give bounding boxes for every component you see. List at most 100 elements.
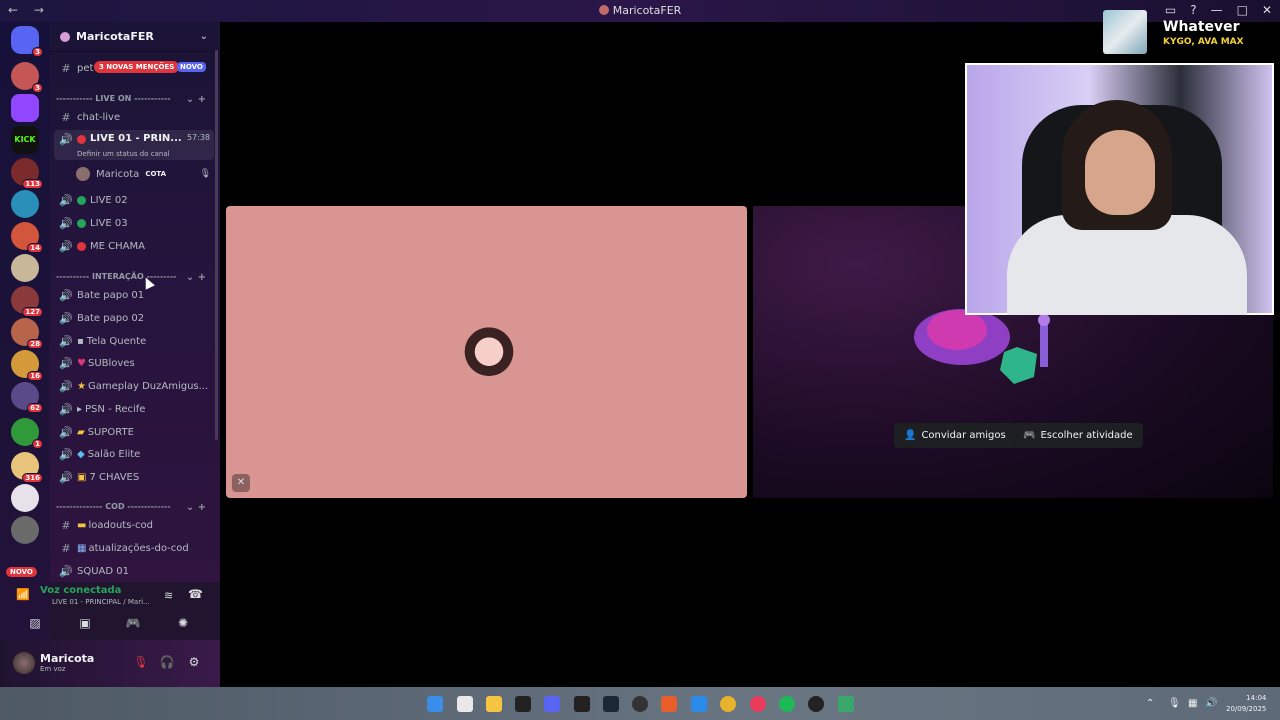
choose-activity-button[interactable]: 🎮 Escolher atividade [1013, 423, 1143, 448]
volume-icon[interactable]: 🔊 [1205, 698, 1217, 709]
face [1085, 130, 1155, 215]
guild-icon[interactable]: 1 [11, 418, 43, 449]
disconnect-icon[interactable]: ☎ [188, 587, 203, 601]
chrome-icon[interactable] [720, 696, 736, 712]
guild-icon[interactable]: 113 [11, 158, 43, 189]
voice-member[interactable]: Maricota COTA 🎙 [76, 164, 211, 184]
discord-icon[interactable] [544, 696, 560, 712]
channel-label: Gameplay DuzAmigus... [87, 380, 209, 392]
channel-subloves[interactable]: 🔊 ♥ SUBloves [54, 353, 214, 373]
guild-icon[interactable] [11, 516, 39, 544]
mic-icon[interactable]: 🎙 [1168, 698, 1181, 709]
gear-icon[interactable]: ⚙ [185, 655, 203, 673]
app-icon[interactable] [515, 696, 531, 712]
member-tag: COTA [145, 170, 167, 178]
mentions-badge[interactable]: 3 NOVAS MENÇÕES [94, 61, 180, 73]
app-icon[interactable] [691, 696, 707, 712]
soundboard-icon[interactable]: ✺ [168, 616, 198, 634]
add-channel-icon[interactable]: ⌄ + [186, 272, 206, 283]
channel-me-chama[interactable]: 🔊 ME CHAMA [54, 236, 214, 256]
guild-icon[interactable]: 3 [11, 62, 43, 93]
voice-title[interactable]: Voz conectada [40, 585, 121, 596]
channel-label: 7 CHAVES [89, 471, 140, 483]
channel-label: Bate papo 02 [77, 312, 145, 324]
channel-bate02[interactable]: 🔊 Bate papo 02 [54, 308, 214, 328]
mic-off-icon: 🎙 [199, 169, 211, 179]
kick-icon[interactable]: KICK [11, 126, 39, 154]
clock[interactable]: 14:04 20/09/2025 [1226, 693, 1266, 715]
guild-badge: 3 [32, 83, 43, 93]
heart-icon: ♥ [77, 357, 86, 369]
app-icon[interactable] [838, 696, 854, 712]
channel-suporte[interactable]: 🔊 ▰ SUPORTE [54, 422, 214, 442]
channel-label: LIVE 02 [90, 194, 128, 206]
channel-loadouts[interactable]: # ▬ loadouts-cod [54, 515, 214, 535]
channel-psn[interactable]: 🔊 ▸ PSN - Recife [54, 399, 214, 419]
add-channel-icon[interactable]: ⌄ + [186, 502, 206, 513]
category-cod[interactable]: -------------- COD ------------- ⌄ + [56, 502, 206, 513]
guild-icon[interactable]: 127 [11, 286, 43, 317]
signal-icon[interactable]: 📶 [16, 588, 30, 601]
guild-icon[interactable] [11, 190, 39, 218]
channel-scrollbar[interactable] [215, 50, 218, 440]
mic-muted-icon[interactable]: 🎙 [132, 655, 150, 673]
category-live-on[interactable]: ----------- LIVE ON ----------- ⌄ + [56, 94, 206, 105]
channel-bate01[interactable]: 🔊 Bate papo 01 [54, 285, 214, 305]
guild-icon[interactable]: 62 [11, 382, 43, 413]
server-name: MaricotaFER [76, 30, 154, 43]
channel-label: chat-live [77, 111, 121, 123]
gun-icon: ▬ [77, 519, 87, 531]
add-channel-icon[interactable]: ⌄ + [186, 94, 206, 105]
guild-icon[interactable]: 28 [11, 318, 43, 349]
activity-icon[interactable]: 🎮 [118, 616, 148, 634]
channel-tela-quente[interactable]: 🔊 ▪ Tela Quente [54, 331, 214, 351]
channel-gameplay[interactable]: 🔊 ★ Gameplay DuzAmigus... [54, 376, 214, 396]
camera-off-icon[interactable]: ▨ [20, 616, 50, 634]
now-playing-widget: Whatever KYGO, AVA MAX [1103, 10, 1278, 54]
noise-suppression-icon[interactable]: ≋ [164, 589, 173, 602]
channel-atualizacoes[interactable]: # ▦ atualizações-do-cod [54, 538, 214, 558]
headphones-icon[interactable]: 🎧 [158, 655, 176, 673]
server-icon [60, 31, 70, 42]
server-header[interactable]: MaricotaFER ⌄ [50, 22, 220, 52]
app-icon[interactable] [750, 696, 766, 712]
channel-chat-live[interactable]: # chat-live [54, 107, 214, 127]
category-interacao[interactable]: ---------- INTERAÇÃO --------- ⌄ + [56, 272, 206, 283]
channel-salao[interactable]: 🔊 ◆ Salão Elite [54, 444, 214, 464]
channel-squad01[interactable]: 🔊 SQUAD 01 [54, 561, 214, 581]
song-title: Whatever [1163, 19, 1240, 35]
spotify-icon[interactable] [779, 696, 795, 712]
channel-label: LIVE 03 [90, 217, 128, 229]
network-icon[interactable]: ▦ [1188, 698, 1197, 709]
tray-chevron-icon[interactable]: ⌃ [1146, 698, 1154, 709]
guild-icon[interactable]: 14 [11, 222, 43, 253]
guild-icon[interactable] [11, 484, 39, 512]
channel-live02[interactable]: 🔊 LIVE 02 [54, 190, 214, 210]
guild-icon[interactable]: 16 [11, 350, 43, 381]
task-view-icon[interactable] [457, 696, 473, 712]
webcam-overlay [965, 63, 1274, 315]
file-explorer-icon[interactable] [486, 696, 502, 712]
obs-icon[interactable] [632, 696, 648, 712]
channel-label: LIVE 01 - PRIN... [90, 133, 182, 144]
channel-chaves[interactable]: 🔊 ▣ 7 CHAVES [54, 467, 214, 487]
voice-subtitle[interactable]: LIVE 01 - PRINCIPAL / Mari... [52, 598, 150, 606]
speaker-icon: 🔊 [59, 216, 73, 230]
user-name[interactable]: Maricota [40, 652, 94, 665]
channel-status[interactable]: Definir um status do canal [77, 150, 170, 158]
steam-icon[interactable] [603, 696, 619, 712]
guild-icon[interactable] [11, 254, 39, 282]
app-icon[interactable] [661, 696, 677, 712]
hash-icon: # [61, 110, 71, 124]
start-icon[interactable] [427, 696, 443, 712]
avatar[interactable] [13, 652, 35, 674]
app-icon[interactable] [808, 696, 824, 712]
new-badge: NOVO [177, 62, 206, 72]
screen-share-icon[interactable]: ▣ [70, 616, 100, 634]
twitch-icon[interactable] [11, 94, 39, 122]
invite-friends-button[interactable]: 👤 Convidar amigos [894, 423, 1016, 448]
discord-home-icon[interactable]: 3 [11, 26, 43, 57]
channel-live03[interactable]: 🔊 LIVE 03 [54, 213, 214, 233]
guild-icon[interactable]: 316 [11, 452, 43, 483]
app-icon[interactable] [574, 696, 590, 712]
